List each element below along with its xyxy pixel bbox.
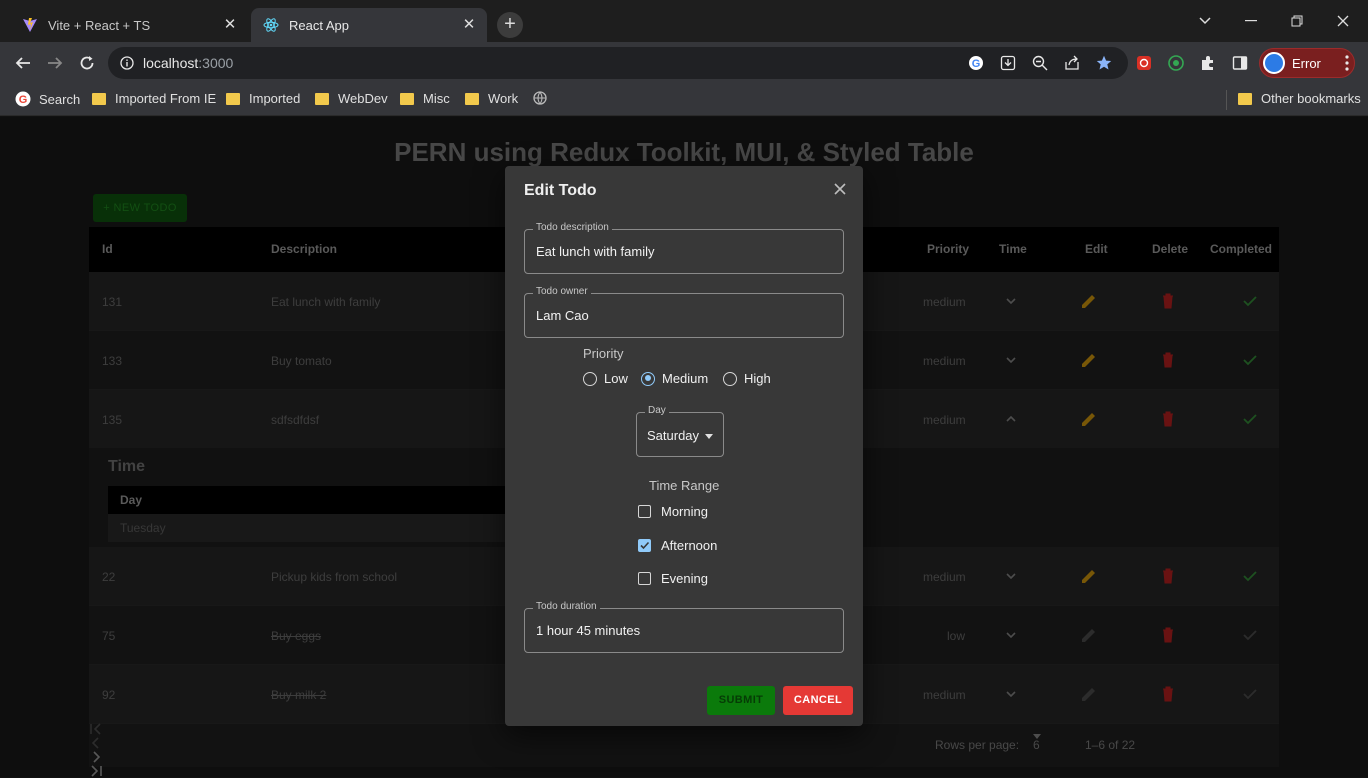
back-arrow-icon[interactable] <box>11 51 35 75</box>
tab-search-icon[interactable] <box>1182 0 1228 42</box>
bookmark-folder-imported-from-ie[interactable]: Imported From IE <box>92 91 216 106</box>
menu-kebab-icon[interactable] <box>1336 52 1358 74</box>
bookmarks-bar: G Search Imported From IE Imported WebDe… <box>0 84 1368 116</box>
bookmark-label: Work <box>488 91 519 106</box>
bookmark-folder-work[interactable]: Work <box>465 91 518 106</box>
priority-radio-high[interactable]: High <box>723 371 771 386</box>
bookmark-label: Search <box>39 91 81 107</box>
avatar <box>1263 52 1285 74</box>
cancel-button[interactable]: CANCEL <box>783 686 853 715</box>
checkbox-label: Afternoon <box>661 538 718 553</box>
google-lens-icon[interactable]: G <box>965 52 987 74</box>
google-icon: G <box>15 91 31 107</box>
edit-todo-dialog: Edit Todo Todo description Eat lunch wit… <box>505 166 863 726</box>
field-label: Day <box>645 405 669 416</box>
bookmark-folder-imported[interactable]: Imported <box>226 91 300 106</box>
share-icon[interactable] <box>1061 52 1083 74</box>
folder-icon <box>226 92 240 105</box>
tab-react-app[interactable]: React App ✕ <box>251 8 487 42</box>
select-value: Saturday <box>647 428 700 443</box>
svg-text:G: G <box>972 58 981 70</box>
priority-label: Priority <box>583 346 624 361</box>
field-value: Lam Cao <box>536 308 589 323</box>
close-tab-icon[interactable]: ✕ <box>461 17 477 33</box>
day-select[interactable]: Day Saturday <box>636 405 724 457</box>
radio-circle <box>583 371 597 386</box>
extension-red-icon[interactable] <box>1133 52 1155 74</box>
install-app-icon[interactable] <box>997 52 1019 74</box>
checkbox-box-checked <box>638 539 651 552</box>
radio-label: Medium <box>662 371 709 386</box>
checkbox-box <box>638 505 651 518</box>
checkbox-label: Evening <box>661 571 708 586</box>
bookmark-other[interactable]: Other bookmarks <box>1238 91 1361 106</box>
radio-circle-selected <box>641 371 655 386</box>
tab-vite[interactable]: Vite + React + TS ✕ <box>10 8 248 42</box>
field-value: Eat lunch with family <box>536 244 655 259</box>
todo-description-field[interactable]: Todo description Eat lunch with family <box>524 222 844 274</box>
bookmark-globe[interactable] <box>533 91 547 105</box>
submit-button[interactable]: SUBMIT <box>707 686 775 715</box>
url-port: :3000 <box>198 55 234 71</box>
globe-icon <box>533 91 547 105</box>
checkbox-afternoon[interactable]: Afternoon <box>638 538 717 553</box>
checkbox-morning[interactable]: Morning <box>638 504 708 519</box>
url-host: localhost <box>143 55 199 71</box>
field-label: Todo duration <box>533 601 600 612</box>
radio-circle <box>723 371 737 386</box>
checkbox-evening[interactable]: Evening <box>638 571 708 586</box>
close-tab-icon[interactable]: ✕ <box>222 17 238 33</box>
bookmark-folder-misc[interactable]: Misc <box>400 91 450 106</box>
svg-text:G: G <box>19 94 28 106</box>
browser-tabstrip: Vite + React + TS ✕ React App ✕ + <box>0 0 1368 42</box>
folder-icon <box>315 92 329 105</box>
radio-label: Low <box>604 371 628 386</box>
restore-icon[interactable] <box>1274 0 1320 42</box>
checkbox-box <box>638 572 651 585</box>
extension-green-icon[interactable] <box>1165 52 1187 74</box>
priority-radio-medium[interactable]: Medium <box>641 371 708 386</box>
tab-title: Vite + React + TS <box>48 17 151 33</box>
site-info-icon[interactable] <box>116 52 138 74</box>
new-tab-button[interactable]: + <box>497 12 523 38</box>
bookmark-star-icon[interactable] <box>1093 52 1115 74</box>
field-value: 1 hour 45 minutes <box>536 623 641 638</box>
bookmark-label: Misc <box>423 91 450 106</box>
bookmark-search[interactable]: G Search <box>15 91 80 107</box>
vite-logo-icon <box>23 18 37 32</box>
folder-icon <box>465 92 479 105</box>
priority-radio-low[interactable]: Low <box>583 371 628 386</box>
field-label: Todo description <box>533 222 612 233</box>
checkmark-icon <box>640 541 650 550</box>
tab-title: React App <box>289 17 349 33</box>
bookmark-label: WebDev <box>338 91 388 106</box>
bookmarks-divider <box>1226 90 1227 110</box>
radio-label: High <box>744 371 771 386</box>
todo-owner-field[interactable]: Todo owner Lam Cao <box>524 286 844 338</box>
profile-label: Error <box>1292 56 1321 71</box>
caret-down-icon <box>705 434 713 439</box>
folder-icon <box>400 92 414 105</box>
side-panel-icon[interactable] <box>1229 52 1251 74</box>
todo-duration-field[interactable]: Todo duration 1 hour 45 minutes <box>524 601 844 653</box>
url-text[interactable]: localhost:3000 <box>143 55 233 71</box>
bookmark-label: Other bookmarks <box>1261 91 1361 106</box>
reload-icon[interactable] <box>75 51 99 75</box>
bookmark-label: Imported From IE <box>115 91 217 106</box>
field-label: Todo owner <box>533 286 591 297</box>
react-logo-icon <box>263 18 279 32</box>
time-range-label: Time Range <box>649 478 720 493</box>
forward-arrow-icon[interactable] <box>43 51 67 75</box>
checkbox-label: Morning <box>661 504 708 519</box>
zoom-icon[interactable] <box>1029 52 1051 74</box>
bookmark-folder-webdev[interactable]: WebDev <box>315 91 388 106</box>
folder-icon <box>1238 92 1252 105</box>
close-icon[interactable] <box>831 180 849 198</box>
extensions-puzzle-icon[interactable] <box>1197 52 1219 74</box>
folder-icon <box>92 92 106 105</box>
dialog-title: Edit Todo <box>524 182 597 199</box>
minimize-icon[interactable] <box>1228 0 1274 42</box>
close-window-icon[interactable] <box>1320 0 1366 42</box>
bookmark-label: Imported <box>249 91 301 106</box>
